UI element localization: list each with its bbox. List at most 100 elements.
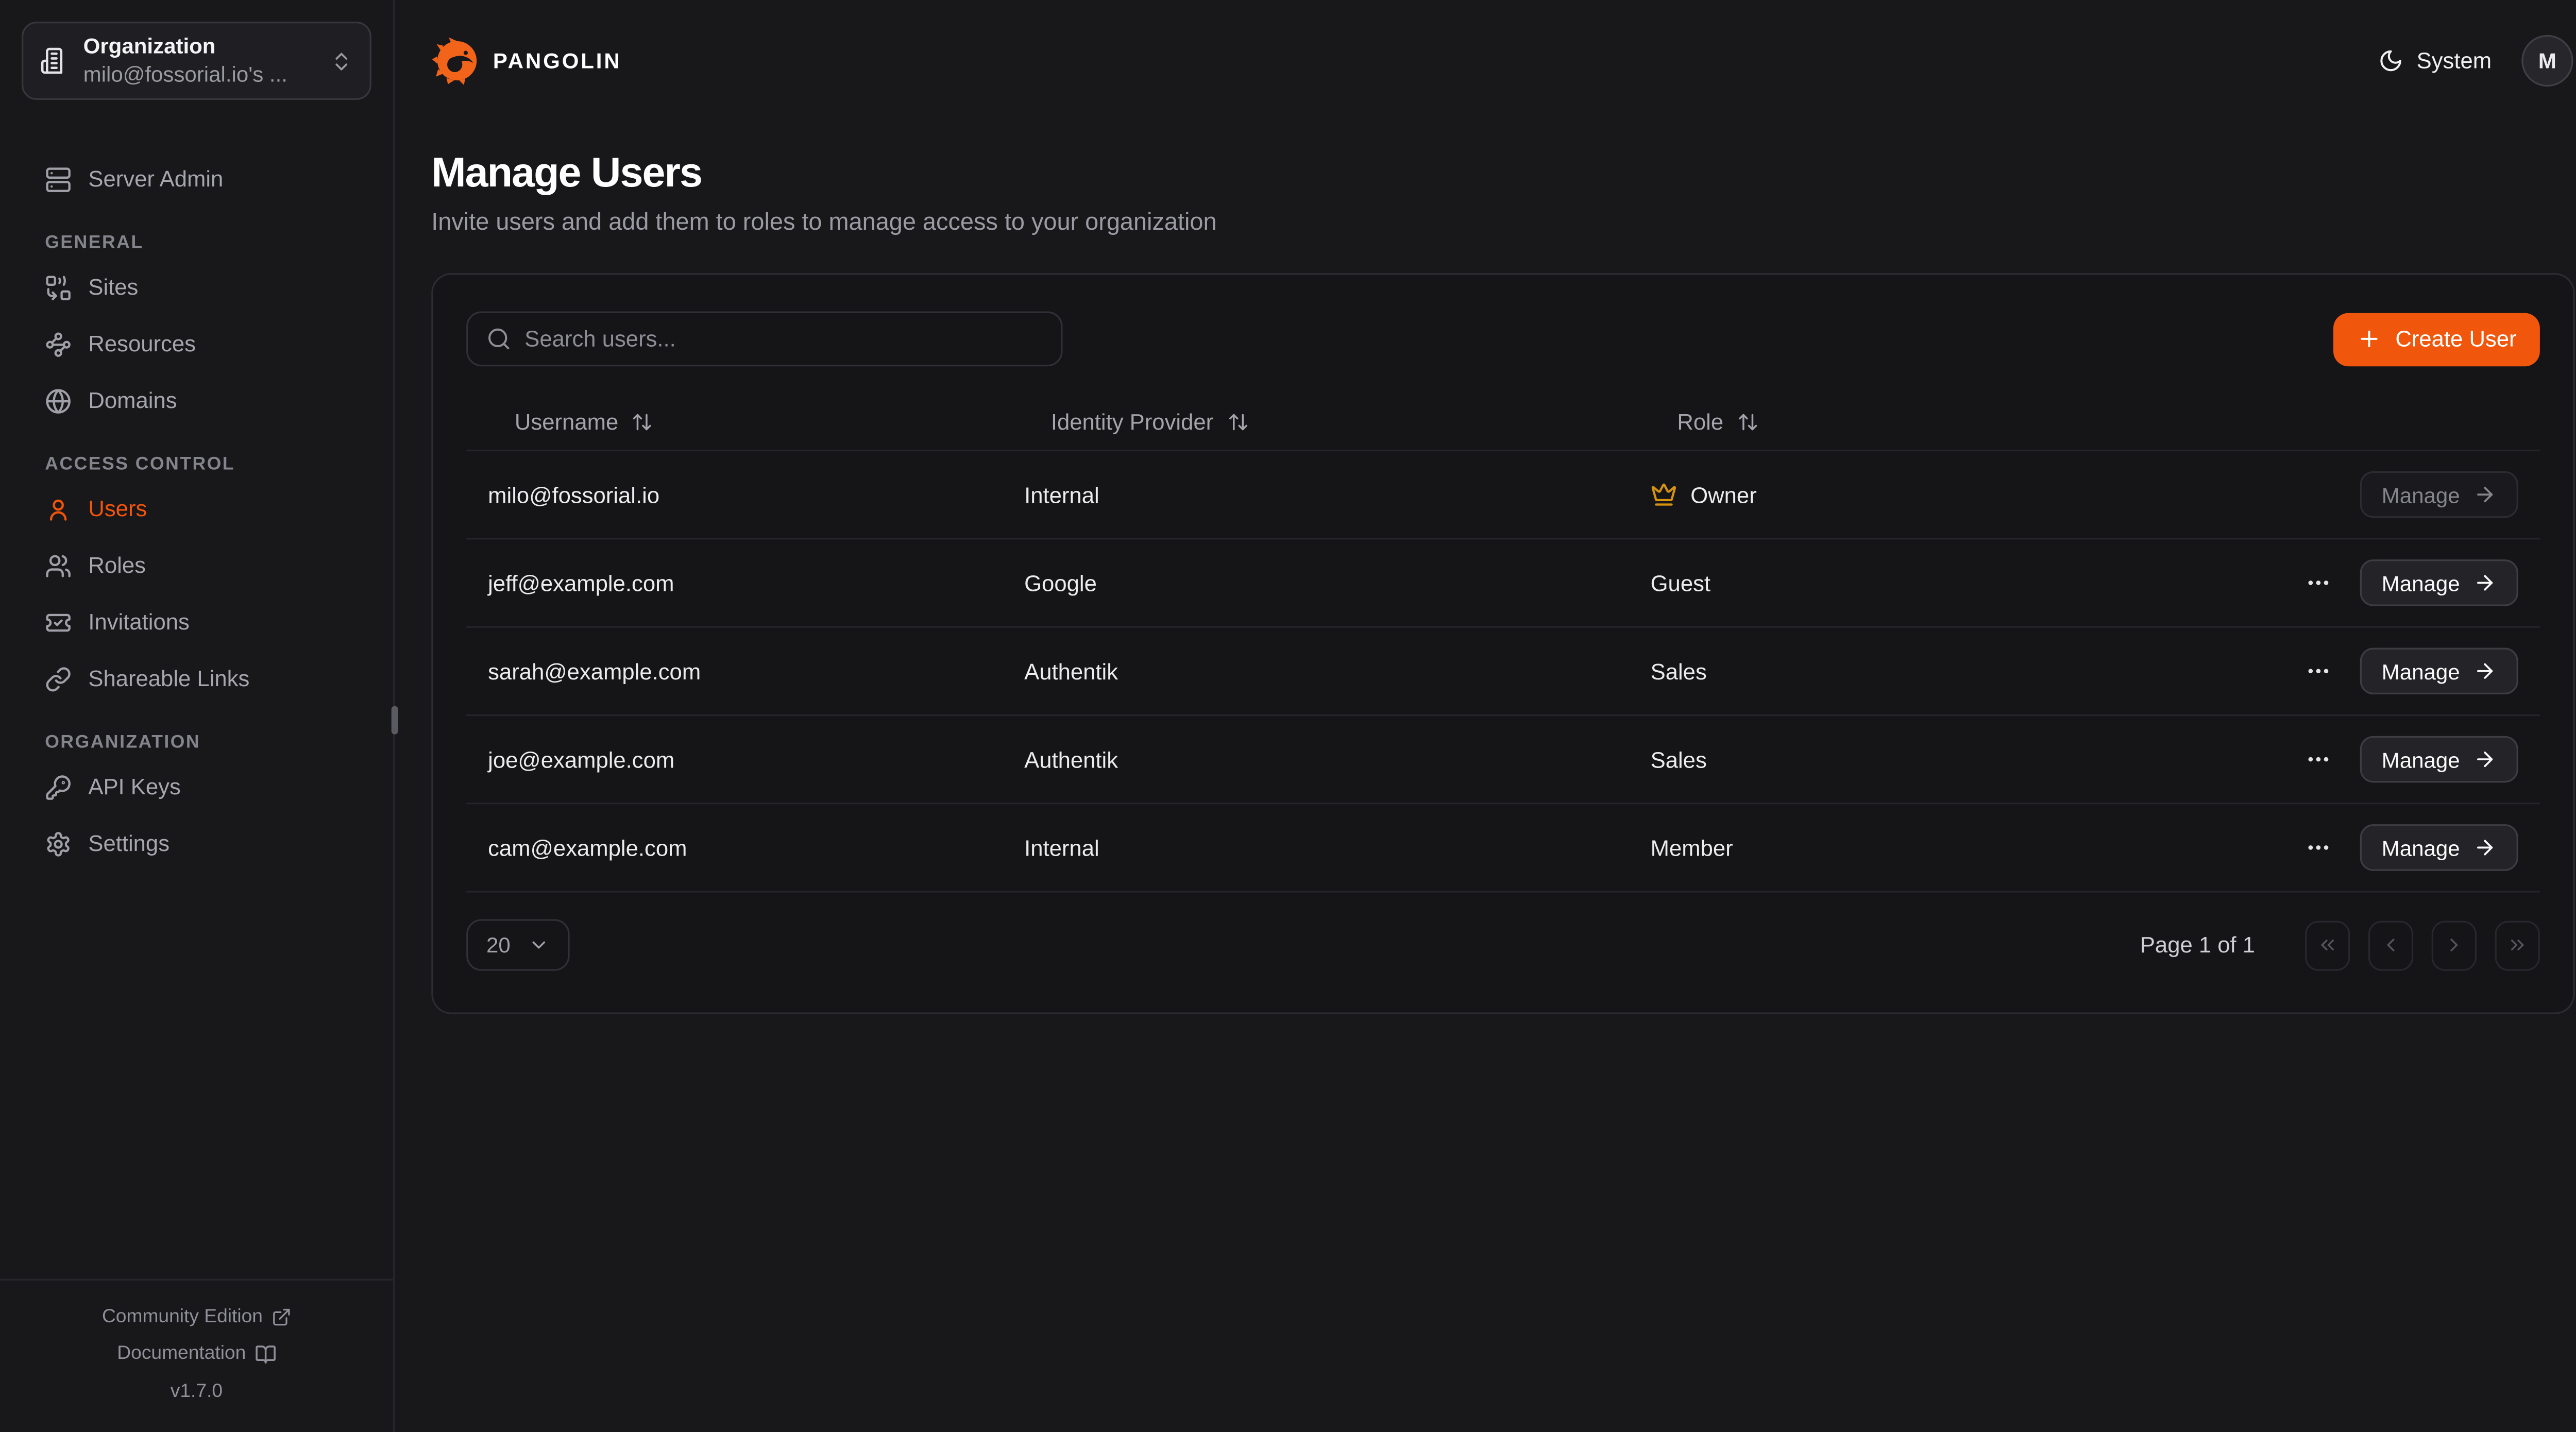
create-user-button[interactable]: Create User <box>2334 312 2540 365</box>
page-indicator: Page 1 of 1 <box>2140 932 2255 957</box>
chevrons-up-down-icon <box>330 49 353 72</box>
server-icon <box>45 166 72 193</box>
manage-button[interactable]: Manage <box>2360 648 2518 695</box>
app-window: Organization milo@fossorial.io's ... Ser… <box>0 0 2576 1432</box>
avatar[interactable]: M <box>2521 34 2573 86</box>
cell-username: milo@fossorial.io <box>466 482 1003 507</box>
org-switcher-label: Organization <box>83 33 315 61</box>
cell-identity-provider: Google <box>1003 570 1629 595</box>
section-label-general: GENERAL <box>45 233 348 253</box>
table-row: cam@example.com Internal Member Manage <box>466 804 2540 892</box>
sidebar: Organization milo@fossorial.io's ... Ser… <box>0 0 395 1432</box>
sidebar-nav: Server Admin GENERAL Sites Resources Dom… <box>0 122 393 876</box>
column-header-identity-provider[interactable]: Identity Provider <box>1003 410 1629 434</box>
arrow-right-icon <box>2473 747 2497 771</box>
sidebar-item-sites[interactable]: Sites <box>23 263 369 312</box>
org-switcher[interactable]: Organization milo@fossorial.io's ... <box>22 22 371 100</box>
sidebar-item-api-keys[interactable]: API Keys <box>23 763 369 811</box>
sidebar-resize-handle[interactable] <box>392 706 398 735</box>
sidebar-item-label: Invitations <box>88 609 190 634</box>
manage-button[interactable]: Manage <box>2360 824 2518 871</box>
theme-toggle[interactable]: System <box>2378 47 2492 72</box>
sidebar-item-label: Users <box>88 496 147 521</box>
sidebar-item-label: Settings <box>88 831 170 856</box>
manage-button[interactable]: Manage <box>2360 471 2518 518</box>
search-box <box>466 312 1062 367</box>
first-page-button[interactable] <box>2305 920 2350 970</box>
globe-icon <box>45 387 72 414</box>
community-edition-link[interactable]: Community Edition <box>16 1299 376 1336</box>
sidebar-item-label: Resources <box>88 331 196 356</box>
documentation-link[interactable]: Documentation <box>16 1336 376 1373</box>
cell-role: Sales <box>1629 747 2302 772</box>
brand-logo[interactable]: PANGOLIN <box>431 36 621 84</box>
arrow-right-icon <box>2473 483 2497 506</box>
cell-identity-provider: Internal <box>1003 835 1629 860</box>
page-subtitle: Invite users and add them to roles to ma… <box>431 210 2573 236</box>
sidebar-item-invitations[interactable]: Invitations <box>23 598 369 646</box>
section-label-access-control: ACCESS CONTROL <box>45 455 348 475</box>
sort-icon <box>1737 411 1758 433</box>
sidebar-item-shareable-links[interactable]: Shareable Links <box>23 654 369 703</box>
next-page-button[interactable] <box>2432 920 2477 970</box>
row-actions-menu-button[interactable] <box>2302 743 2335 776</box>
sidebar-item-label: Server Admin <box>88 166 223 191</box>
sidebar-item-resources[interactable]: Resources <box>23 320 369 368</box>
waypoints-icon <box>45 331 72 357</box>
gear-icon <box>45 830 72 857</box>
search-icon <box>486 327 511 351</box>
sidebar-item-label: Domains <box>88 388 177 413</box>
theme-toggle-label: System <box>2417 47 2492 72</box>
arrow-right-icon <box>2473 836 2497 859</box>
row-actions-menu-button[interactable] <box>2302 654 2335 688</box>
cell-role: Guest <box>1629 570 2302 595</box>
table-row: jeff@example.com Google Guest Manage <box>466 539 2540 627</box>
sidebar-item-users[interactable]: Users <box>23 485 369 533</box>
user-icon <box>45 496 72 522</box>
sidebar-item-domains[interactable]: Domains <box>23 377 369 425</box>
users-icon <box>45 552 72 579</box>
brand-name: PANGOLIN <box>493 47 622 72</box>
chevron-down-icon <box>528 934 550 956</box>
sidebar-item-roles[interactable]: Roles <box>23 541 369 590</box>
external-link-icon <box>271 1307 291 1327</box>
manage-button[interactable]: Manage <box>2360 559 2518 606</box>
column-header-username[interactable]: Username <box>466 410 1003 434</box>
sort-icon <box>1227 411 1248 433</box>
column-header-role[interactable]: Role <box>1629 410 2540 434</box>
users-table: Username Identity Provider Role m <box>466 395 2540 893</box>
table-row: sarah@example.com Authentik Sales Manage <box>466 628 2540 716</box>
row-actions-menu-button[interactable] <box>2302 831 2335 864</box>
arrow-right-icon <box>2473 571 2497 594</box>
section-label-organization: ORGANIZATION <box>45 732 348 753</box>
search-input[interactable] <box>524 327 1042 351</box>
sidebar-item-server-admin[interactable]: Server Admin <box>23 155 369 203</box>
pagination: 20 Page 1 of 1 <box>466 919 2540 970</box>
sidebar-footer: Community Edition Documentation v1.7.0 <box>0 1278 393 1432</box>
sort-icon <box>632 411 653 433</box>
manage-button[interactable]: Manage <box>2360 736 2518 783</box>
top-bar: PANGOLIN System M <box>395 0 2576 120</box>
table-row: milo@fossorial.io Internal Owner Manage <box>466 451 2540 539</box>
cell-username: jeff@example.com <box>466 570 1003 595</box>
sidebar-item-label: Shareable Links <box>88 666 249 691</box>
sidebar-item-settings[interactable]: Settings <box>23 819 369 867</box>
book-open-icon <box>255 1343 276 1365</box>
row-actions-menu-button[interactable] <box>2302 566 2335 600</box>
page-size-select[interactable]: 20 <box>466 919 569 970</box>
chevrons-right-icon <box>2506 934 2528 956</box>
chevrons-left-icon <box>2317 934 2338 956</box>
link-icon <box>45 665 72 692</box>
chevron-left-icon <box>2380 934 2402 956</box>
last-page-button[interactable] <box>2495 920 2540 970</box>
version-label: v1.7.0 <box>16 1373 376 1410</box>
combine-icon <box>45 274 72 301</box>
previous-page-button[interactable] <box>2368 920 2413 970</box>
crown-icon <box>1651 481 1677 508</box>
table-row: joe@example.com Authentik Sales Manage <box>466 716 2540 804</box>
sidebar-item-label: Sites <box>88 275 138 299</box>
pangolin-logo-icon <box>431 36 480 84</box>
building-icon <box>40 47 69 75</box>
moon-icon <box>2378 47 2403 72</box>
ellipsis-icon <box>2305 834 2332 861</box>
